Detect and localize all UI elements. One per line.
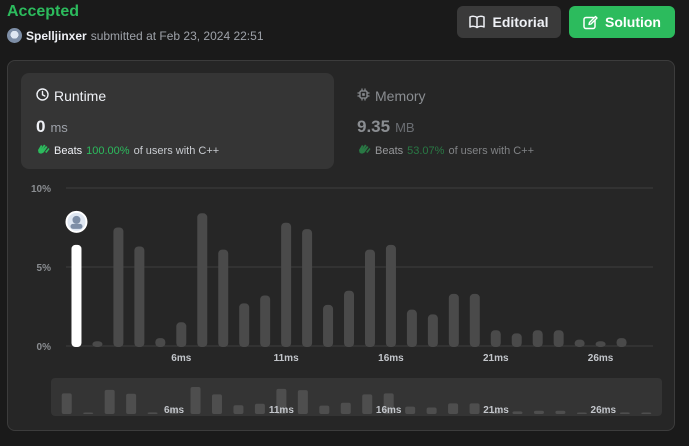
bar[interactable] (553, 330, 564, 347)
bar[interactable] (260, 295, 271, 347)
bar-selected[interactable] (71, 244, 82, 347)
book-icon (469, 15, 486, 29)
bar[interactable] (155, 338, 166, 347)
solution-label: Solution (605, 14, 661, 30)
runtime-distribution-chart: 0% 5% 10% 6ms 11ms 16ms 21ms 26ms 6ms 11ms 16ms 2… (31, 184, 662, 416)
chart-marker (65, 210, 88, 233)
bar[interactable] (427, 314, 438, 347)
minimap-bar (576, 412, 587, 414)
y-tick-label: 10% (31, 184, 51, 195)
minimap-bar (555, 410, 566, 414)
chart-y-ticks: 0% 5% 10% (31, 184, 51, 353)
minimap-x-tick-label: 6ms (164, 405, 184, 416)
y-tick-label: 0% (37, 342, 52, 353)
status-title: Accepted (7, 3, 80, 20)
minimap-bar (83, 412, 94, 414)
minimap-x-tick-label: 16ms (376, 405, 402, 416)
minimap-bar (362, 394, 373, 414)
bar[interactable] (511, 333, 522, 347)
minimap-bar (126, 393, 137, 414)
avatar-head-shape (72, 215, 81, 224)
minimap-bar (147, 412, 158, 414)
bar[interactable] (406, 309, 417, 347)
chart-x-ticks: 6ms 11ms 16ms 21ms 26ms (171, 353, 614, 364)
minimap-bar (190, 386, 201, 414)
minimap-bar (104, 389, 115, 414)
x-tick-label: 21ms (483, 353, 509, 364)
bar[interactable] (448, 293, 459, 347)
x-tick-label: 11ms (274, 353, 299, 364)
chart-range-selector[interactable]: 6ms 11ms 16ms 21ms 26ms (51, 378, 662, 416)
bar[interactable] (364, 249, 375, 347)
x-tick-label: 16ms (378, 353, 404, 364)
avatar[interactable] (7, 28, 22, 43)
bar[interactable] (469, 293, 480, 347)
minimap-bar (254, 403, 265, 414)
bar[interactable] (574, 339, 585, 347)
minimap-bar (405, 406, 416, 414)
minimap-bar (61, 393, 72, 414)
minimap-bar (448, 403, 459, 414)
bar[interactable] (616, 338, 627, 347)
bar[interactable] (490, 330, 501, 347)
editorial-label: Editorial (492, 14, 549, 30)
minimap-bar (233, 405, 244, 414)
username[interactable]: Spelljinxer (26, 29, 87, 43)
submitted-timestamp: submitted at Feb 23, 2024 22:51 (90, 28, 264, 43)
minimap-bar (641, 412, 652, 414)
minimap-bar (297, 390, 308, 414)
edit-icon (583, 15, 598, 30)
bar[interactable] (176, 322, 187, 347)
minimap-bar (469, 403, 480, 414)
bar[interactable] (532, 330, 543, 347)
bar[interactable] (302, 229, 313, 347)
editorial-button[interactable]: Editorial (457, 6, 561, 38)
minimap-bar (512, 411, 523, 414)
bar[interactable] (197, 213, 208, 347)
submitter-info: Spelljinxer submitted at Feb 23, 2024 22… (7, 28, 264, 43)
bar[interactable] (134, 246, 145, 347)
range-selector-track[interactable] (51, 378, 662, 416)
bar[interactable] (218, 249, 229, 347)
chart-bars (71, 213, 627, 348)
minimap-bar (319, 405, 330, 414)
solution-button[interactable]: Solution (569, 6, 675, 38)
minimap-x-tick-label: 21ms (483, 405, 509, 416)
bar[interactable] (323, 304, 334, 347)
bar[interactable] (92, 341, 103, 347)
minimap-bar (533, 410, 544, 414)
minimap-bar (426, 407, 437, 414)
minimap-x-tick-label: 26ms (591, 405, 617, 416)
bar[interactable] (344, 290, 355, 347)
minimap-bar (211, 394, 222, 414)
bar[interactable] (239, 303, 250, 347)
x-tick-label: 6ms (171, 353, 191, 364)
x-tick-label: 26ms (588, 353, 614, 364)
minimap-bar (340, 402, 351, 414)
minimap-x-tick-label: 11ms (269, 405, 294, 416)
avatar-body-shape (70, 223, 83, 229)
bar[interactable] (113, 227, 124, 348)
chart-gridlines (66, 187, 653, 347)
minimap-bar (619, 412, 630, 414)
bar[interactable] (385, 244, 396, 347)
bar[interactable] (281, 222, 292, 347)
submission-result: Accepted Spelljinxer submitted at Feb 23… (0, 0, 689, 446)
bar[interactable] (595, 341, 606, 347)
performance-panel: Runtime 0 ms Beats 100.00% of users with… (7, 60, 675, 431)
y-tick-label: 5% (37, 263, 52, 274)
